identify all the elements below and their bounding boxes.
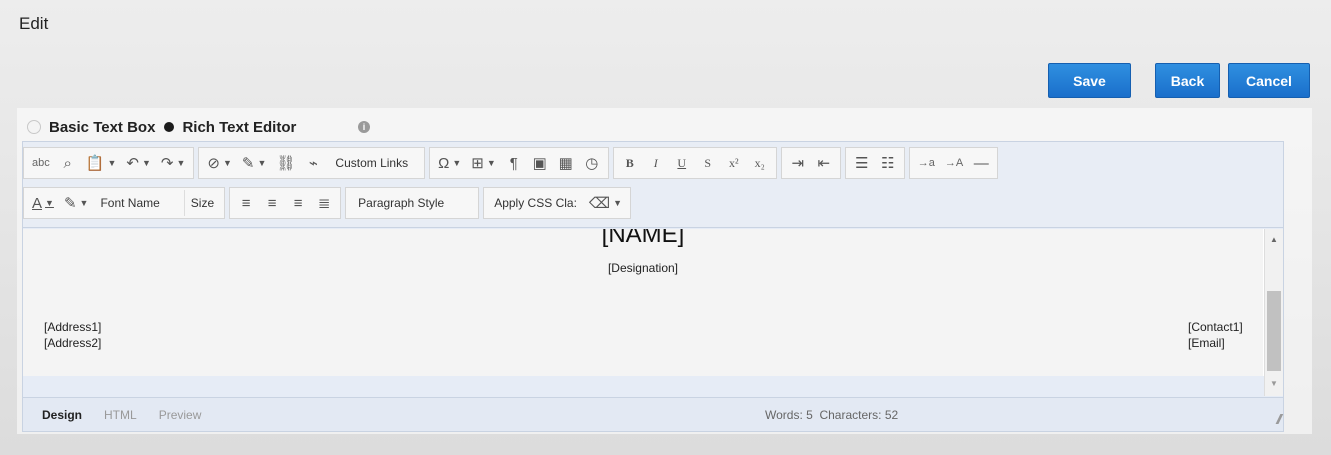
word-count: Words: 5 bbox=[765, 408, 813, 422]
doc-address1: [Address1] bbox=[44, 320, 102, 334]
undo-icon[interactable]: ↶ ▼ bbox=[122, 150, 155, 176]
toolbar-group-font: A ▼ ✎ ▼ Font Name Size bbox=[23, 187, 226, 219]
strikethrough-button[interactable]: S bbox=[696, 150, 720, 176]
spell-check-icon[interactable]: abc bbox=[28, 150, 54, 176]
doc-name: [NAME] bbox=[601, 229, 685, 248]
outdent-icon[interactable]: ⇤ bbox=[812, 150, 836, 176]
page-title: Edit bbox=[19, 14, 49, 33]
font-color-icon[interactable]: A ▼ bbox=[28, 190, 58, 216]
custom-links-dropdown[interactable]: Custom Links bbox=[327, 150, 420, 176]
paragraph-style-dropdown[interactable]: Paragraph Style bbox=[350, 190, 474, 216]
toolbar-group-insert: ⊘ ▼ ✎ ▼ ⛓ ⌁ Custom Links bbox=[198, 147, 426, 179]
tab-preview[interactable]: Preview bbox=[159, 408, 202, 422]
toolbar-group-edit: abc ⌕ 📋 ▼ ↶ ▼ ↷ ▼ bbox=[23, 147, 195, 179]
vertical-scrollbar[interactable]: ▲ ▼ bbox=[1264, 229, 1283, 396]
spell-check-label: abc bbox=[32, 157, 50, 169]
apply-css-class-dropdown[interactable]: Apply CSS Cla: bbox=[488, 190, 583, 216]
editor-footer: Design HTML Preview Words: 5 Characters:… bbox=[23, 397, 1283, 431]
toolbar-group-lists: ☰ ☷ bbox=[844, 147, 905, 179]
scroll-down-arrow-icon[interactable]: ▼ bbox=[1270, 379, 1278, 388]
image-icon[interactable]: ▣ bbox=[528, 150, 552, 176]
horizontal-rule-icon[interactable]: ― bbox=[969, 150, 993, 176]
character-count: Characters: 52 bbox=[819, 408, 899, 422]
doc-address2: [Address2] bbox=[44, 336, 102, 350]
toolbar-group-css: Apply CSS Cla: ⌫ ▼ bbox=[483, 187, 632, 219]
align-center-icon[interactable]: ≡ bbox=[260, 190, 284, 216]
rich-text-editor-radio[interactable] bbox=[164, 122, 175, 132]
unlink-icon[interactable]: ⌁ bbox=[301, 150, 325, 176]
toolbar-group-direction: →a →A ― bbox=[908, 147, 999, 179]
italic-button[interactable]: I bbox=[644, 150, 668, 176]
back-button[interactable]: Back bbox=[1155, 63, 1220, 98]
rich-text-editor: abc ⌕ 📋 ▼ ↶ ▼ ↷ ▼ ⊘ ▼ ✎ ▼ ⛓ ⌁ Custom Links Ω ▼… bbox=[22, 141, 1284, 432]
toolbar-group-indent: ⇥ ⇤ bbox=[780, 147, 841, 179]
toolbar-group-format: B I U S x² x₂ bbox=[612, 147, 777, 179]
scroll-thumb[interactable] bbox=[1267, 291, 1281, 371]
toolbar-group-align: ≡ ≡ ≡ ≣ bbox=[229, 187, 342, 219]
symbol-icon[interactable]: Ω ▼ bbox=[434, 150, 465, 176]
find-icon[interactable]: ⌕ bbox=[56, 150, 80, 176]
save-button[interactable]: Save bbox=[1048, 63, 1131, 98]
link-icon[interactable]: ⛓ bbox=[272, 150, 299, 176]
align-right-icon[interactable]: ≡ bbox=[286, 190, 310, 216]
time-icon[interactable]: ◷ bbox=[580, 150, 604, 176]
doc-email: [Email] bbox=[1188, 336, 1225, 350]
scroll-up-arrow-icon[interactable]: ▲ bbox=[1270, 235, 1278, 244]
editor-stats: Words: 5 Characters: 52 bbox=[765, 408, 898, 422]
date-icon[interactable]: ▦ bbox=[554, 150, 578, 176]
attach-icon[interactable]: ⊘ ▼ bbox=[203, 150, 236, 176]
justify-icon[interactable]: ≣ bbox=[312, 190, 336, 216]
table-icon[interactable]: ⊞ ▼ bbox=[467, 150, 500, 176]
toolbar-group-styles: Paragraph Style bbox=[345, 187, 480, 219]
edit-image-icon[interactable]: ✎ ▼ bbox=[238, 150, 271, 176]
toolbar-row-2: A ▼ ✎ ▼ Font Name Size ≡ ≡ ≡ ≣ Paragraph S… bbox=[23, 186, 635, 220]
superscript-button[interactable]: x² bbox=[722, 150, 746, 176]
tab-html[interactable]: HTML bbox=[104, 408, 137, 422]
rich-text-editor-label[interactable]: Rich Text Editor bbox=[182, 119, 296, 136]
toolbar-row-1: abc ⌕ 📋 ▼ ↶ ▼ ↷ ▼ ⊘ ▼ ✎ ▼ ⛓ ⌁ Custom Links Ω ▼… bbox=[23, 146, 1002, 180]
paragraph-mark-icon[interactable]: ¶ bbox=[502, 150, 526, 176]
doc-address-block: [Address1] [Address2] bbox=[44, 319, 101, 351]
rtl-icon[interactable]: →A bbox=[941, 150, 967, 176]
basic-text-box-label[interactable]: Basic Text Box bbox=[49, 119, 155, 136]
doc-designation: [Designation] bbox=[607, 261, 679, 275]
underline-button[interactable]: U bbox=[670, 150, 694, 176]
toolbar-group-symbols: Ω ▼ ⊞ ▼ ¶ ▣ ▦ ◷ bbox=[429, 147, 609, 179]
editor-mode-selector: Basic Text Box Rich Text Editor bbox=[27, 117, 296, 137]
eraser-icon[interactable]: ⌫ ▼ bbox=[585, 190, 626, 216]
subscript-button[interactable]: x₂ bbox=[748, 150, 772, 176]
editor-toolbar: abc ⌕ 📋 ▼ ↶ ▼ ↷ ▼ ⊘ ▼ ✎ ▼ ⛓ ⌁ Custom Links Ω ▼… bbox=[23, 142, 1283, 228]
document-body[interactable]: [NAME] [Designation] [Address1] [Address… bbox=[23, 229, 1263, 376]
basic-text-box-radio[interactable] bbox=[27, 120, 41, 134]
doc-contact1: [Contact1] bbox=[1188, 320, 1243, 334]
numbered-list-icon[interactable]: ☰ bbox=[850, 150, 874, 176]
indent-icon[interactable]: ⇥ bbox=[786, 150, 810, 176]
highlight-color-icon[interactable]: ✎ ▼ bbox=[60, 190, 93, 216]
resize-handle-icon[interactable]: /// bbox=[1276, 411, 1281, 427]
doc-contact-block: [Contact1] [Email] bbox=[1188, 319, 1243, 351]
bold-button[interactable]: B bbox=[618, 150, 642, 176]
info-icon[interactable]: i bbox=[358, 121, 370, 133]
tab-design[interactable]: Design bbox=[42, 408, 82, 422]
redo-icon[interactable]: ↷ ▼ bbox=[157, 150, 190, 176]
editor-content-area[interactable]: [NAME] [Designation] [Address1] [Address… bbox=[23, 229, 1283, 376]
bulleted-list-icon[interactable]: ☷ bbox=[876, 150, 900, 176]
cancel-button[interactable]: Cancel bbox=[1228, 63, 1310, 98]
font-name-dropdown[interactable]: Font Name bbox=[94, 190, 181, 216]
font-size-dropdown[interactable]: Size bbox=[183, 190, 220, 216]
ltr-icon[interactable]: →a bbox=[914, 150, 939, 176]
paste-icon[interactable]: 📋 ▼ bbox=[82, 150, 121, 176]
align-left-icon[interactable]: ≡ bbox=[234, 190, 258, 216]
